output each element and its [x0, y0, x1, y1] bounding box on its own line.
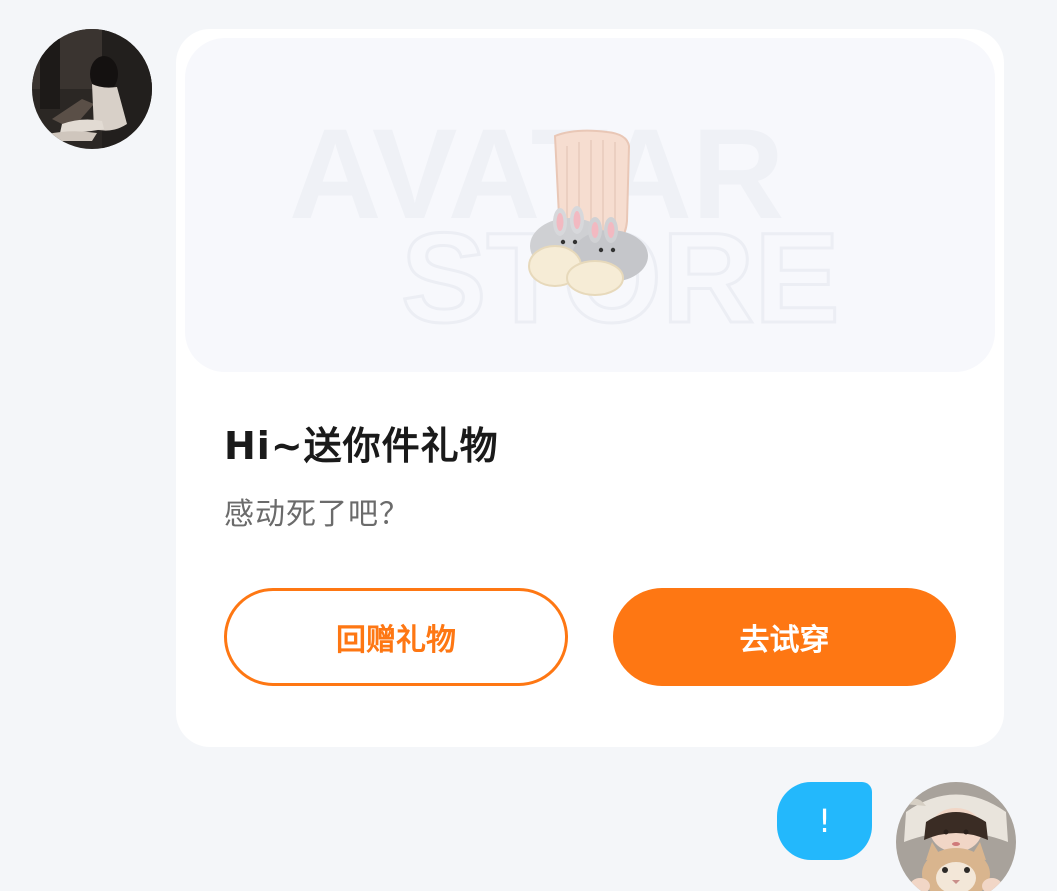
gift-preview[interactable]: AVATAR STORE	[185, 38, 995, 372]
gift-message-card: AVATAR STORE	[176, 29, 1004, 747]
chat-screen: AVATAR STORE	[0, 0, 1057, 891]
gift-title: Hi~送你件礼物	[224, 424, 499, 468]
sender-avatar-image	[32, 29, 152, 149]
gift-subtitle: 感动死了吧？	[224, 497, 410, 532]
outgoing-message-text: !	[818, 802, 831, 840]
try-on-button[interactable]: 去试穿	[613, 588, 956, 686]
self-avatar-image	[896, 782, 1016, 891]
return-gift-button[interactable]: 回赠礼物	[224, 588, 568, 686]
bunny-slipper-socks-icon	[528, 129, 648, 296]
sender-avatar[interactable]	[32, 29, 152, 149]
self-avatar[interactable]	[896, 782, 1016, 891]
outgoing-message-bubble[interactable]: !	[777, 782, 872, 860]
